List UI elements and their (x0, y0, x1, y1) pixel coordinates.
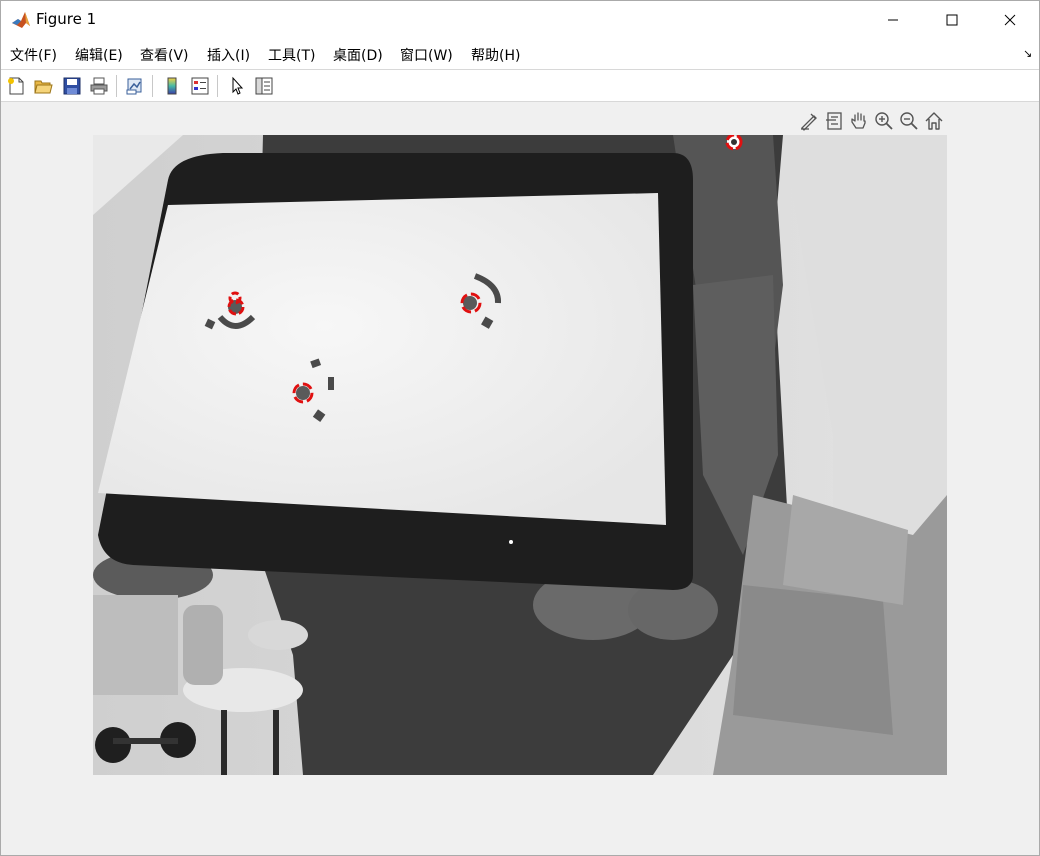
save-button[interactable] (60, 74, 84, 98)
legend-icon (191, 77, 209, 95)
property-inspector-icon (255, 77, 273, 95)
data-tips-icon (826, 112, 842, 130)
minimize-icon (887, 19, 898, 21)
menu-bar: 文件(F) 编辑(E) 查看(V) 插入(I) 工具(T) 桌面(D) 窗口(W… (1, 39, 1039, 69)
edit-plot-button[interactable] (225, 74, 249, 98)
matlab-logo-icon (11, 10, 31, 30)
data-tips-button[interactable] (822, 109, 846, 133)
figure-toolbar (1, 69, 1039, 102)
title-bar: Figure 1 (1, 1, 1039, 39)
home-icon (925, 112, 943, 130)
menu-help[interactable]: 帮助(H) (471, 45, 520, 65)
menu-overflow-arrow-icon[interactable]: ↘ (1023, 47, 1032, 60)
property-inspector-button[interactable] (252, 74, 276, 98)
print-button[interactable] (87, 74, 111, 98)
close-icon (1004, 14, 1015, 26)
close-button[interactable] (980, 1, 1039, 39)
save-icon (63, 77, 81, 95)
menu-desktop[interactable]: 桌面(D) (333, 45, 383, 65)
minimize-button[interactable] (863, 1, 922, 39)
zoom-out-button[interactable] (897, 109, 921, 133)
maximize-button[interactable] (922, 1, 981, 39)
pan-hand-icon (851, 112, 866, 129)
menu-tools[interactable]: 工具(T) (268, 45, 315, 65)
window-title: Figure 1 (36, 10, 97, 28)
open-file-button[interactable] (31, 74, 55, 98)
menu-insert[interactable]: 插入(I) (207, 45, 250, 65)
matlab-figure-window: Figure 1 文件(F) 编辑(E) 查看(V) 插入(I) 工具(T) 桌… (0, 0, 1040, 856)
legend-button[interactable] (188, 74, 212, 98)
camera-frame-image (93, 135, 947, 775)
colorbar-icon (167, 77, 177, 95)
menu-view[interactable]: 查看(V) (140, 45, 189, 65)
link-plot-icon (126, 78, 142, 95)
menu-edit[interactable]: 编辑(E) (75, 45, 123, 65)
zoom-out-icon (900, 112, 918, 130)
axes-image[interactable] (93, 135, 947, 775)
menu-window[interactable]: 窗口(W) (400, 45, 453, 65)
new-figure-icon (8, 77, 24, 95)
detection-marker-5 (725, 135, 743, 151)
brush-button[interactable] (797, 109, 821, 133)
zoom-in-icon (875, 112, 893, 130)
toolbar-separator (217, 75, 218, 97)
open-file-icon (34, 80, 53, 94)
menu-file[interactable]: 文件(F) (10, 45, 57, 65)
edit-plot-arrow-icon (232, 76, 244, 95)
new-figure-button[interactable] (4, 74, 28, 98)
zoom-in-button[interactable] (872, 109, 896, 133)
restore-view-button[interactable] (922, 109, 946, 133)
colorbar-button[interactable] (160, 74, 184, 98)
link-plot-button[interactable] (123, 74, 147, 98)
maximize-icon (946, 14, 957, 26)
print-icon (90, 77, 108, 95)
toolbar-separator (116, 75, 117, 97)
pan-button[interactable] (847, 109, 871, 133)
axes-toolbar (797, 109, 949, 133)
toolbar-separator (152, 75, 153, 97)
brush-icon (801, 113, 817, 131)
